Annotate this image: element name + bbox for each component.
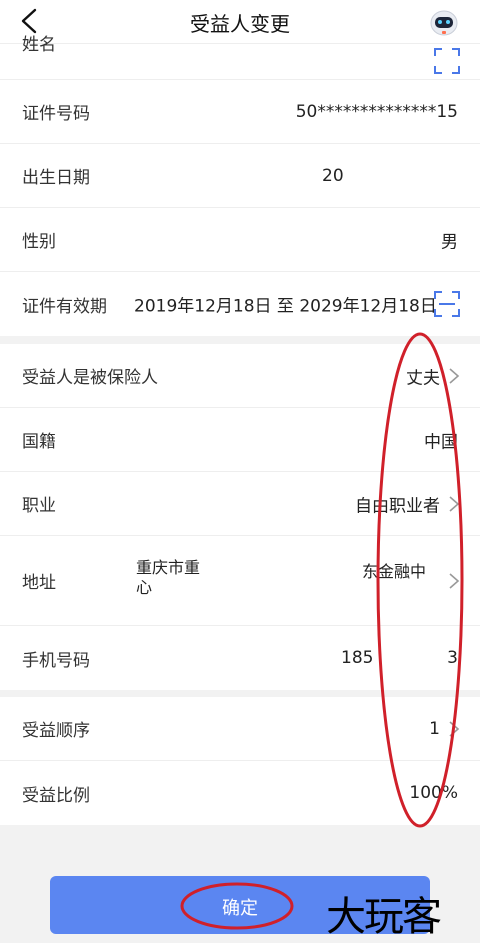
id-number-label: 证件号码 [22,104,90,124]
id-validity-value: 2019年12月18日 至 2029年12月18日 [134,296,437,317]
chevron-right-icon [449,495,460,512]
order-value: 1 [429,718,440,739]
id-number-row[interactable]: 证件号码 50**************15 [0,80,480,144]
phone-value-part1: 185 [341,648,374,668]
relation-row[interactable]: 受益人是被保险人 丈夫 [0,344,480,408]
nationality-value: 中国 [424,432,458,452]
gender-label: 性别 [22,232,56,252]
order-label: 受益顺序 [22,721,90,741]
ratio-row[interactable]: 受益比例 100% [0,761,480,825]
occupation-label: 职业 [22,496,56,516]
phone-value-part2: 3 [447,648,458,668]
address-value-right: 东金融中 [361,562,426,581]
dob-row[interactable]: 出生日期 20 [0,144,480,208]
id-number-value: 50**************15 [295,101,458,122]
address-line-2: 心 [136,578,153,597]
scan-icon[interactable] [434,291,460,317]
address-label: 地址 [22,573,56,593]
chevron-right-icon [449,572,460,589]
dob-value: 20 [322,165,344,186]
address-value: 重庆市重 心 [136,558,200,598]
relation-label: 受益人是被保险人 [22,368,158,388]
name-row[interactable]: 姓名 [0,35,480,80]
benefit-section: 受益顺序 1 受益比例 100% [0,697,480,825]
chevron-right-icon [449,367,460,384]
dob-label: 出生日期 [22,168,90,188]
relation-value: 丈夫 [406,368,440,388]
nationality-label: 国籍 [22,432,56,452]
occupation-value: 自由职业者 [355,496,440,516]
chevron-right-icon [449,720,460,737]
address-line-1: 重庆市重 [136,558,201,577]
order-row[interactable]: 受益顺序 1 [0,697,480,761]
nav-header: 受益人变更 [0,0,480,44]
occupation-row[interactable]: 职业 自由职业者 [0,472,480,536]
robot-assistant-icon[interactable] [428,6,460,38]
address-row[interactable]: 地址 重庆市重 心 东金融中 [0,536,480,626]
ratio-label: 受益比例 [22,785,90,806]
name-label: 姓名 [22,35,56,55]
nationality-row[interactable]: 国籍 中国 [0,408,480,472]
id-validity-row[interactable]: 证件有效期 2019年12月18日 至 2029年12月18日 [0,272,480,336]
gender-value: 男 [441,232,458,252]
watermark: 大玩客 [326,894,442,936]
scan-icon[interactable] [434,48,460,74]
relation-info-section: 受益人是被保险人 丈夫 国籍 中国 职业 自由职业者 地址 重庆市重 心 东金融… [0,344,480,690]
insured-info-section: 姓名 证件号码 50**************15 出生日期 20 性别 男 … [0,35,480,336]
gender-row[interactable]: 性别 男 [0,208,480,272]
page-title: 受益人变更 [190,12,290,36]
phone-label: 手机号码 [22,650,90,671]
id-validity-label: 证件有效期 [22,296,107,317]
phone-row[interactable]: 手机号码 185 3 [0,626,480,690]
ratio-value: 100% [409,783,458,803]
